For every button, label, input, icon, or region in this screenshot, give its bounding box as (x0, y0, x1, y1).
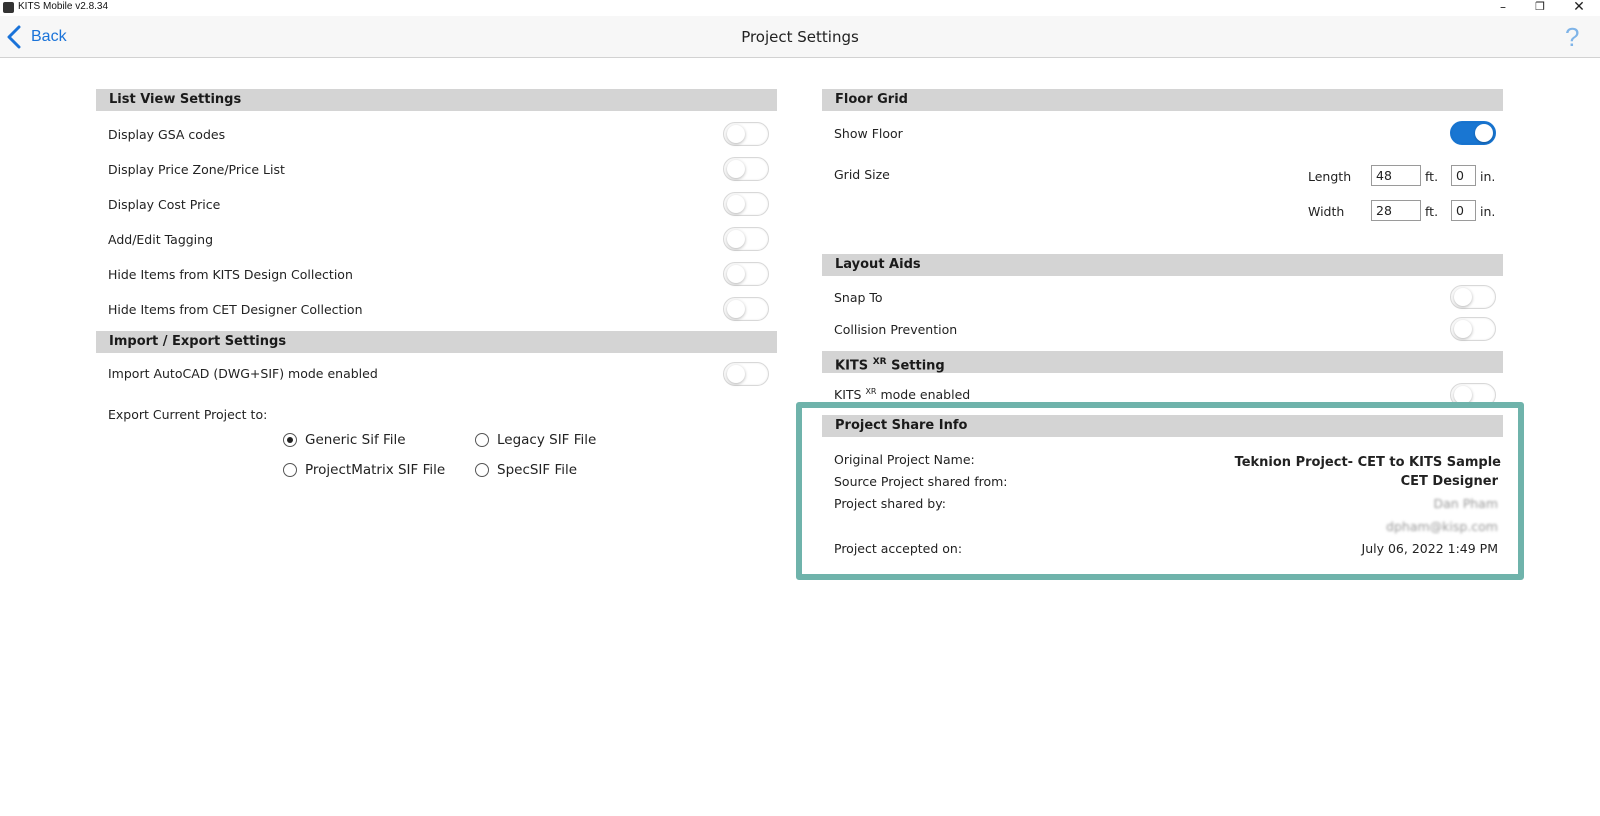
project-shared-by-label: Project shared by: (834, 496, 946, 511)
display-gsa-codes-label: Display GSA codes (108, 127, 226, 142)
length-ft-unit: ft. (1425, 169, 1439, 184)
radio-specsif-label: SpecSIF File (497, 462, 578, 478)
project-share-info-header: Project Share Info (822, 415, 1503, 437)
display-cost-price-label: Display Cost Price (108, 197, 221, 212)
original-project-name-label: Original Project Name: (834, 452, 975, 467)
width-ft-unit: ft. (1425, 204, 1439, 219)
original-project-name-value: Teknion Project- CET to KITS Sample (1234, 455, 1501, 470)
minimize-button[interactable]: – (1484, 0, 1522, 16)
radio-unselected-icon (475, 463, 489, 477)
window-titlebar: KITS Mobile v2.8.34 – ❐ ✕ (0, 0, 1600, 16)
add-edit-tagging-toggle[interactable] (723, 227, 769, 251)
length-in-input[interactable] (1451, 165, 1476, 186)
width-label: Width (1308, 204, 1345, 219)
hide-cet-designer-toggle[interactable] (723, 297, 769, 321)
radio-projectmatrix-sif[interactable]: ProjectMatrix SIF File (283, 462, 445, 478)
hide-kits-design-toggle[interactable] (723, 262, 769, 286)
display-cost-price-toggle[interactable] (723, 192, 769, 216)
project-accepted-label: Project accepted on: (834, 541, 963, 556)
radio-specsif[interactable]: SpecSIF File (475, 462, 577, 478)
radio-selected-icon (283, 433, 297, 447)
app-logo-icon (3, 2, 14, 13)
add-edit-tagging-label: Add/Edit Tagging (108, 232, 214, 247)
shared-by-name: Dan Pham (1433, 496, 1498, 511)
close-button[interactable]: ✕ (1560, 0, 1598, 16)
display-price-zone-toggle[interactable] (723, 157, 769, 181)
length-label: Length (1308, 169, 1352, 184)
kits-xr-setting-header: KITS XR Setting (822, 351, 1503, 373)
width-in-unit: in. (1480, 204, 1496, 219)
length-ft-input[interactable] (1371, 165, 1421, 186)
source-project-label: Source Project shared from: (834, 474, 1008, 489)
snap-to-toggle[interactable] (1450, 285, 1496, 309)
radio-generic-sif-label: Generic Sif File (305, 432, 406, 448)
width-in-input[interactable] (1451, 200, 1476, 221)
snap-to-label: Snap To (834, 290, 883, 305)
import-autocad-toggle[interactable] (723, 362, 769, 386)
show-floor-toggle[interactable] (1450, 121, 1496, 145)
display-gsa-codes-toggle[interactable] (723, 122, 769, 146)
page-title: Project Settings (741, 28, 859, 46)
width-ft-input[interactable] (1371, 200, 1421, 221)
show-floor-label: Show Floor (834, 126, 903, 141)
collision-prevention-label: Collision Prevention (834, 322, 958, 337)
window-title: KITS Mobile v2.8.34 (18, 1, 109, 12)
layout-aids-header: Layout Aids (822, 254, 1503, 276)
radio-projectmatrix-sif-label: ProjectMatrix SIF File (305, 462, 446, 478)
import-export-settings-header: Import / Export Settings (96, 331, 777, 353)
import-autocad-label: Import AutoCAD (DWG+SIF) mode enabled (108, 366, 378, 381)
floor-grid-header: Floor Grid (822, 89, 1503, 111)
hide-cet-designer-label: Hide Items from CET Designer Collection (108, 302, 363, 317)
hide-kits-design-label: Hide Items from KITS Design Collection (108, 267, 353, 282)
project-accepted-value: July 06, 2022 1:49 PM (1361, 541, 1498, 556)
kits-xr-mode-label: KITS XR mode enabled (834, 387, 971, 403)
radio-unselected-icon (283, 463, 297, 477)
radio-legacy-sif-label: Legacy SIF File (497, 432, 597, 448)
list-view-settings-header: List View Settings (96, 89, 777, 111)
radio-generic-sif[interactable]: Generic Sif File (283, 432, 406, 448)
length-in-unit: in. (1480, 169, 1496, 184)
collision-prevention-toggle[interactable] (1450, 317, 1496, 341)
radio-legacy-sif[interactable]: Legacy SIF File (475, 432, 596, 448)
source-project-value: CET Designer (1400, 474, 1498, 489)
maximize-button[interactable]: ❐ (1521, 0, 1559, 16)
navigation-bar: Back Project Settings ? (0, 16, 1600, 58)
grid-size-label: Grid Size (834, 167, 890, 182)
radio-unselected-icon (475, 433, 489, 447)
help-icon[interactable]: ? (1565, 22, 1579, 53)
export-current-project-label: Export Current Project to: (108, 407, 268, 422)
display-price-zone-label: Display Price Zone/Price List (108, 162, 285, 177)
shared-by-email: dpham@kisp.com (1386, 519, 1498, 534)
